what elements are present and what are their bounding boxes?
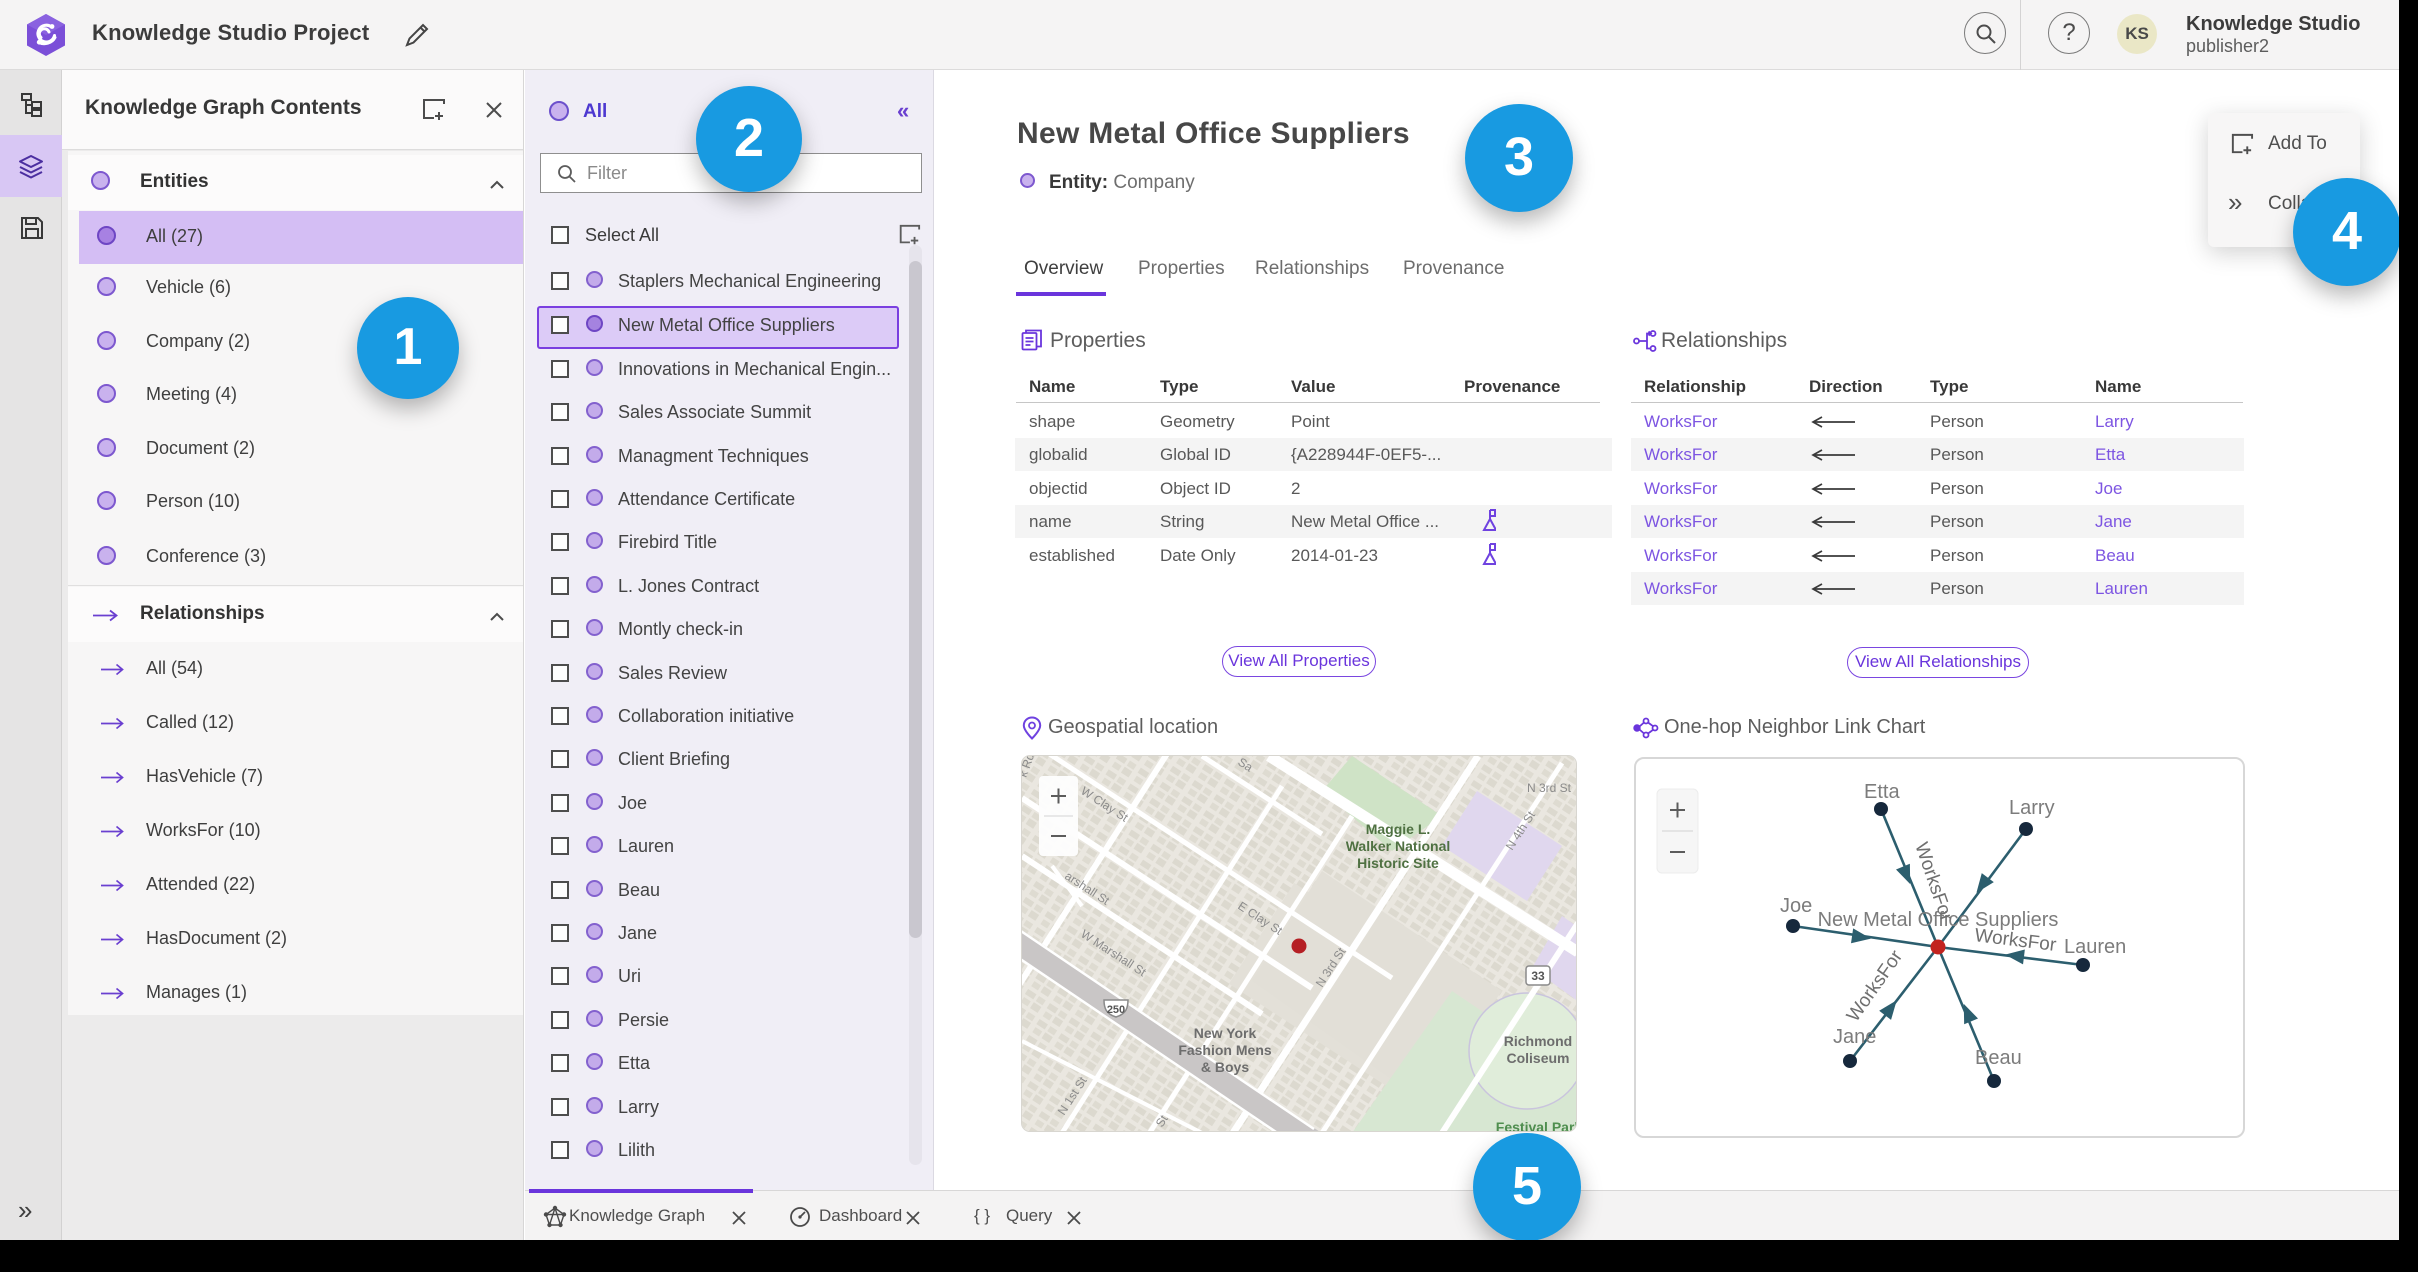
svg-text:Beau: Beau (1975, 1047, 2022, 1069)
svg-text:Etta: Etta (1864, 781, 1900, 803)
svg-text:Maggie L.: Maggie L. (1366, 821, 1431, 837)
svg-text:Jane: Jane (1833, 1026, 1876, 1048)
svg-text:Richmond: Richmond (1504, 1033, 1572, 1049)
svg-text:New York: New York (1194, 1025, 1257, 1041)
svg-text:Larry: Larry (2009, 797, 2055, 819)
svg-text:Festival Park: Festival Park (1496, 1119, 1577, 1132)
svg-text:Coliseum: Coliseum (1506, 1050, 1569, 1066)
svg-text:Joe: Joe (1780, 895, 1812, 917)
svg-text:33: 33 (1531, 969, 1545, 983)
svg-text:Walker National: Walker National (1346, 838, 1451, 854)
svg-text:& Boys: & Boys (1201, 1059, 1249, 1075)
svg-text:Fashion Mens: Fashion Mens (1178, 1042, 1272, 1058)
svg-text:Historic Site: Historic Site (1357, 855, 1439, 871)
svg-text:250: 250 (1107, 1004, 1125, 1016)
svg-text:N 3rd St: N 3rd St (1527, 781, 1572, 795)
svg-text:WorksFor: WorksFor (1843, 946, 1908, 1026)
svg-text:Lauren: Lauren (2064, 936, 2126, 958)
